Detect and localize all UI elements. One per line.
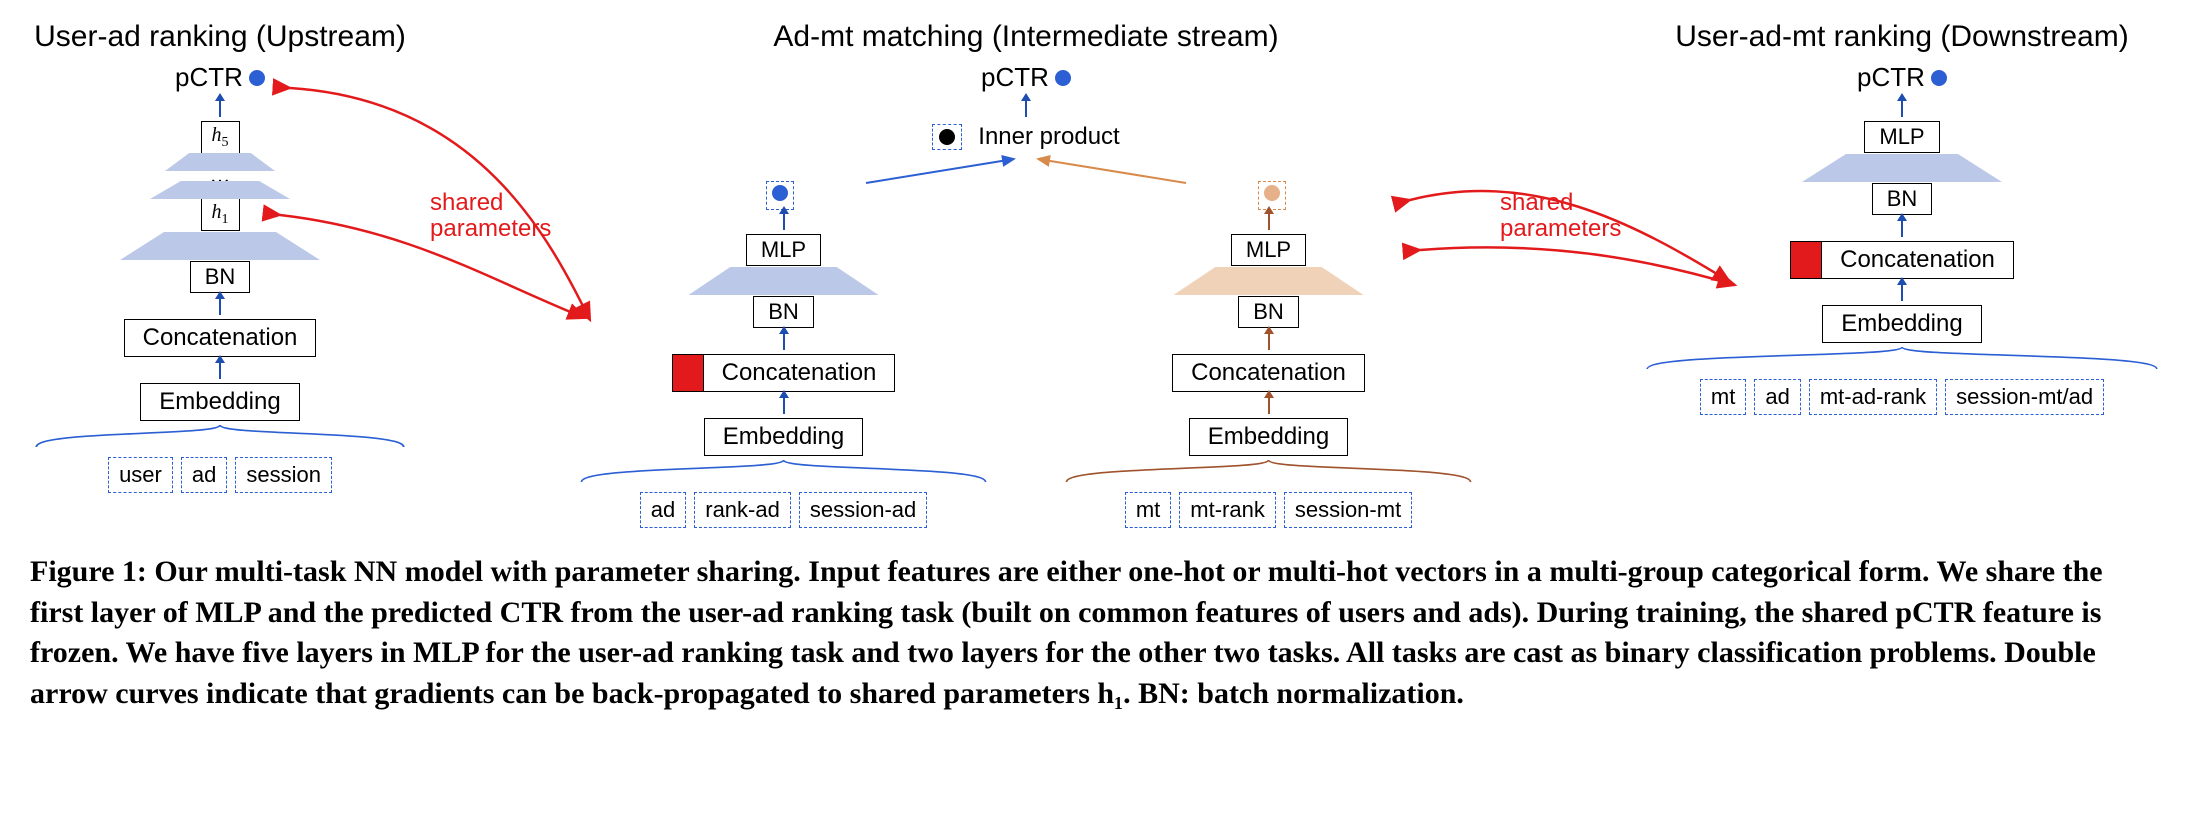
input-session-mt: session-mt	[1284, 492, 1412, 528]
trapezoid-icon	[165, 153, 275, 171]
left-concat-row: Concatenation	[672, 354, 896, 392]
arrow-up-icon	[783, 396, 785, 414]
arrow-up-icon	[1268, 396, 1270, 414]
dot-icon	[249, 70, 265, 86]
intermediate-left-tower: MLP BN Concatenation Embedding ad	[576, 210, 991, 528]
upstream-bn-box: BN	[190, 261, 251, 293]
right-inputs: mt mt-rank session-mt	[1125, 492, 1412, 528]
left-bn-box: BN	[753, 296, 814, 328]
upstream-stream: User-ad ranking (Upstream) pCTR h5 … h1 …	[30, 20, 410, 493]
downstream-pctr-label: pCTR	[1857, 62, 1925, 93]
shared-block-icon	[672, 354, 703, 392]
arrow-up-icon	[1268, 332, 1270, 350]
trapezoid-icon	[1174, 267, 1364, 295]
h1-label: h	[212, 201, 222, 223]
diagram-row: User-ad ranking (Upstream) pCTR h5 … h1 …	[30, 20, 2162, 528]
trapezoid-icon	[1802, 154, 2002, 182]
dot-icon	[1931, 70, 1947, 86]
dot-icon	[1055, 70, 1071, 86]
arrow-up-icon	[1901, 283, 1903, 301]
ellipsis-label: …	[210, 170, 230, 182]
layer-h1: h1	[201, 198, 240, 231]
downstream-mlp-box: MLP	[1864, 121, 1939, 153]
brace-icon	[1061, 460, 1476, 482]
inner-product-box	[932, 124, 962, 150]
h5-sub: 5	[222, 135, 229, 150]
intermediate-title: Ad-mt matching (Intermediate stream)	[773, 20, 1278, 54]
figure-caption: Figure 1: Our multi-task NN model with p…	[30, 552, 2162, 714]
left-embed-box: Embedding	[704, 418, 863, 456]
layer-h5: h5	[201, 121, 240, 154]
arrow-up-icon	[219, 99, 221, 117]
downstream-bn-box: BN	[1872, 183, 1933, 215]
embedding-dots-row	[766, 181, 1286, 210]
arrow-up-icon	[1268, 212, 1270, 230]
trapezoid-icon	[150, 181, 290, 199]
input-mt: mt	[1125, 492, 1171, 528]
input-mt: mt	[1700, 379, 1746, 415]
upstream-title: User-ad ranking (Upstream)	[34, 20, 406, 54]
h1-sub: 1	[222, 212, 229, 227]
right-embed-box: Embedding	[1189, 418, 1348, 456]
figure: User-ad ranking (Upstream) pCTR h5 … h1 …	[30, 20, 2162, 714]
arrow-up-icon	[219, 297, 221, 315]
brace-icon	[576, 460, 991, 482]
intermediate-pctr-row: pCTR	[981, 62, 1071, 93]
left-concat-box: Concatenation	[703, 354, 896, 392]
trapezoid-icon	[689, 267, 879, 295]
upstream-mlp-stack: h5 … h1	[150, 121, 290, 231]
downstream-pctr-row: pCTR	[1857, 62, 1947, 93]
right-mlp-box: MLP	[1231, 234, 1306, 266]
shared-params-left-label: sharedparameters	[430, 190, 551, 243]
input-mt-rank: mt-rank	[1179, 492, 1276, 528]
arrow-up-icon	[219, 361, 221, 379]
upstream-pctr-label: pCTR	[175, 62, 243, 93]
arrow-up-icon	[783, 332, 785, 350]
input-mt-ad-rank: mt-ad-rank	[1809, 379, 1937, 415]
trapezoid-icon	[120, 232, 320, 260]
input-session-ad: session-ad	[799, 492, 927, 528]
input-ad: ad	[640, 492, 686, 528]
dot-icon	[939, 129, 955, 145]
left-inputs: ad rank-ad session-ad	[640, 492, 927, 528]
arrow-up-icon	[1901, 99, 1903, 117]
intermediate-stream: Ad-mt matching (Intermediate stream) pCT…	[576, 20, 1476, 528]
downstream-concat-row: Concatenation	[1790, 241, 2014, 279]
downstream-embed-box: Embedding	[1822, 305, 1981, 343]
downstream-concat-box: Concatenation	[1821, 241, 2014, 279]
input-session-mt-ad: session-mt/ad	[1945, 379, 2104, 415]
brace-icon	[1642, 347, 2162, 369]
arrow-up-icon	[1901, 219, 1903, 237]
upstream-embed-box: Embedding	[140, 383, 299, 421]
dot-icon	[772, 185, 788, 201]
intermediate-pctr-label: pCTR	[981, 62, 1049, 93]
right-concat-box: Concatenation	[1172, 354, 1365, 392]
downstream-inputs: mt ad mt-ad-rank session-mt/ad	[1700, 379, 2104, 415]
inner-product-row: Inner product	[932, 123, 1119, 151]
brace-icon	[30, 425, 410, 447]
input-rank-ad: rank-ad	[694, 492, 791, 528]
input-ad: ad	[1754, 379, 1800, 415]
input-session: session	[235, 457, 332, 493]
input-user: user	[108, 457, 173, 493]
upstream-concat-box: Concatenation	[124, 319, 317, 357]
dot-icon	[1264, 185, 1280, 201]
downstream-stream: User-ad-mt ranking (Downstream) pCTR MLP…	[1642, 20, 2162, 415]
right-bn-box: BN	[1238, 296, 1299, 328]
left-mlp-box: MLP	[746, 234, 821, 266]
upstream-pctr-row: pCTR	[175, 62, 265, 93]
two-towers: MLP BN Concatenation Embedding ad	[576, 210, 1476, 528]
shared-block-icon	[1790, 241, 1821, 279]
arrow-up-icon	[783, 212, 785, 230]
arrow-up-icon	[1025, 99, 1027, 117]
inner-product-label: Inner product	[978, 123, 1119, 151]
upstream-inputs: user ad session	[108, 457, 332, 493]
input-ad: ad	[181, 457, 227, 493]
shared-params-right-label: sharedparameters	[1500, 190, 1621, 243]
intermediate-right-tower: MLP BN Concatenation Embedding mt mt-ran…	[1061, 210, 1476, 528]
downstream-title: User-ad-mt ranking (Downstream)	[1675, 20, 2128, 54]
h5-label: h	[212, 124, 222, 146]
